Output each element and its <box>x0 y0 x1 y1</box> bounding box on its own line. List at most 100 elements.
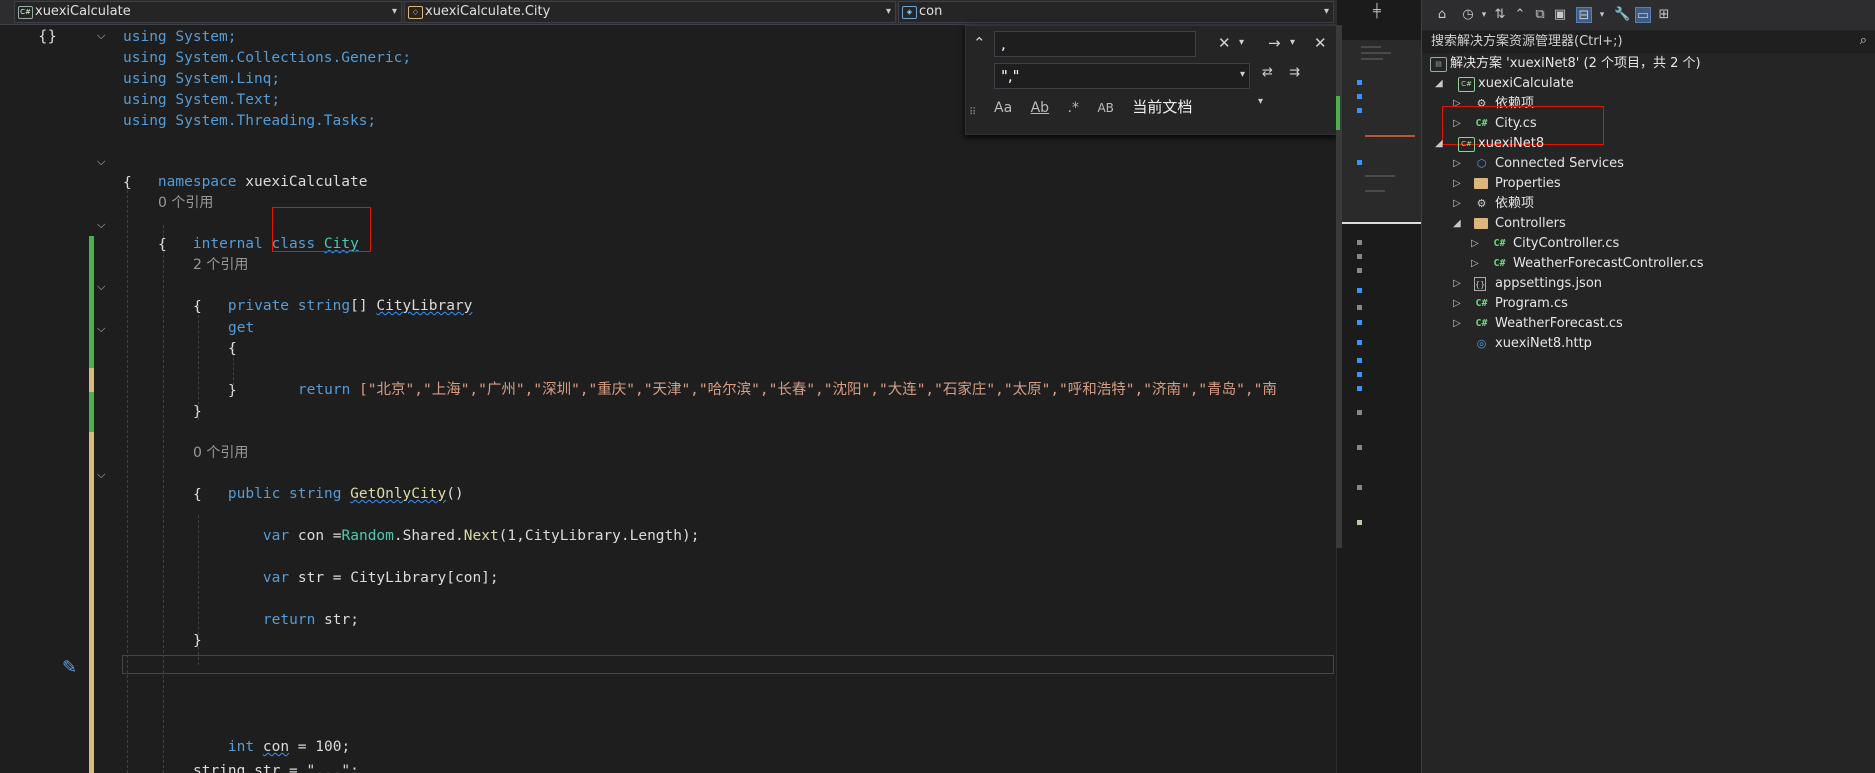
type-dropdown[interactable]: ◇ xuexiCalculate.City ▾ <box>404 1 896 23</box>
home-icon[interactable]: ⌂ <box>1434 7 1450 23</box>
refresh-icon[interactable]: ▣ <box>1552 7 1568 23</box>
collapsed-chevron-icon[interactable]: ▷ <box>1453 314 1461 334</box>
code-line: public string GetOnlyCity() <box>193 464 464 502</box>
type-dropdown-label: xuexiCalculate.City <box>425 4 551 19</box>
collapsed-chevron-icon[interactable]: ▷ <box>1471 254 1479 274</box>
chevron-down-icon[interactable]: ▾ <box>1290 34 1295 52</box>
sync-icon[interactable]: ⇅ <box>1492 7 1508 23</box>
code-line: using System.Text; <box>123 92 281 108</box>
minimap-marker <box>1357 358 1362 363</box>
collapse-chevron-icon[interactable]: ⌵ <box>97 468 105 482</box>
solution-search-input[interactable]: 搜索解决方案资源管理器(Ctrl+;) <box>1422 31 1875 53</box>
tree-item-label: WeatherForecast.cs <box>1495 316 1623 331</box>
code-line: int con = 100; <box>193 717 350 755</box>
codelens-references[interactable]: 0 个引用 <box>193 443 248 463</box>
chevron-down-icon[interactable]: ▾ <box>1240 66 1245 84</box>
chevron-down-icon[interactable]: ▾ <box>1476 7 1492 23</box>
replace-input[interactable]: "," <box>994 63 1250 89</box>
find-options: Aa Ab .* AB 当前文档 ▾ <box>994 96 1263 117</box>
solution-node[interactable]: ▤ 解决方案 'xuexiNet8' (2 个项目，共 2 个) <box>1430 54 1701 74</box>
indent-guide <box>127 185 128 773</box>
collapse-all-icon[interactable]: ⌃ <box>1512 7 1528 23</box>
minimap-marker <box>1357 80 1362 85</box>
find-next-icon[interactable]: → <box>1268 34 1281 52</box>
drag-handle-icon[interactable]: ⠿ <box>969 104 976 122</box>
solution-label: 解决方案 'xuexiNet8' (2 个项目，共 2 个) <box>1450 56 1701 71</box>
code-line: string str = "..."; <box>193 763 359 773</box>
keyword: return <box>297 382 351 398</box>
minimap-line <box>1365 190 1385 192</box>
expanded-chevron-icon[interactable]: ◢ <box>1435 134 1443 154</box>
match-case-toggle[interactable]: Aa <box>994 100 1012 116</box>
copy-icon[interactable]: ⧉ <box>1532 7 1548 23</box>
scope-dropdown[interactable]: 当前文档 <box>1132 98 1192 116</box>
chevron-down-icon[interactable]: ▾ <box>1594 7 1610 23</box>
minimap-line <box>1361 58 1383 60</box>
codelens-references[interactable]: 2 个引用 <box>193 255 248 275</box>
regex-toggle[interactable]: .* <box>1068 100 1079 116</box>
code-line: return ["北京","上海","广州","深圳","重庆","天津","哈… <box>263 360 1277 398</box>
code-line: { <box>193 487 202 503</box>
minimap-line <box>1361 46 1381 48</box>
folder-icon <box>1474 218 1488 229</box>
minimap-marker <box>1357 160 1362 165</box>
codelens-references[interactable]: 0 个引用 <box>158 193 213 213</box>
chevron-down-icon[interactable]: ▾ <box>1258 96 1263 107</box>
punctuation: [] <box>350 298 368 314</box>
code-line: get <box>228 320 255 336</box>
collapsed-chevron-icon[interactable]: ▷ <box>1453 194 1461 214</box>
filter-icon[interactable]: ⊟ <box>1576 7 1592 23</box>
preview-icon[interactable]: ▭ <box>1635 7 1651 23</box>
quick-actions-icon[interactable]: {} <box>38 27 57 45</box>
collapsed-chevron-icon[interactable]: ▷ <box>1453 154 1461 174</box>
collapsed-chevron-icon[interactable]: ▷ <box>1471 234 1479 254</box>
project-dropdown[interactable]: C# xuexiCalculate ▾ <box>14 1 402 23</box>
expanded-chevron-icon[interactable]: ◢ <box>1453 214 1461 234</box>
preserve-case-toggle[interactable]: AB <box>1097 101 1113 115</box>
minimap-marker <box>1357 108 1362 113</box>
history-icon[interactable]: ◷ <box>1460 7 1476 23</box>
tree-item-label: WeatherForecastController.cs <box>1513 256 1704 271</box>
replace-all-icon[interactable]: ⇉ <box>1289 64 1300 82</box>
csharp-project-icon: C# <box>1458 77 1475 92</box>
member-dropdown[interactable]: ◈ con ▾ <box>898 1 1334 23</box>
tree-item-label: xuexiNet8 <box>1478 136 1545 151</box>
minimap-marker <box>1357 520 1362 525</box>
minimap-marker <box>1357 386 1362 391</box>
collapsed-chevron-icon[interactable]: ▷ <box>1453 294 1461 314</box>
code-text: str; <box>324 612 359 628</box>
connected-services-icon: ⬡ <box>1476 157 1487 170</box>
minimap-marker <box>1357 320 1362 325</box>
view-icon[interactable]: ⊞ <box>1656 7 1672 23</box>
clear-icon[interactable]: ✕ <box>1218 34 1231 52</box>
minimap[interactable]: ╪ <box>1336 0 1422 773</box>
csharp-project-icon: C# <box>18 6 33 19</box>
json-file-icon: {} <box>1474 277 1486 291</box>
toggle-replace-icon[interactable]: ⌃ <box>973 34 986 52</box>
collapse-chevron-icon[interactable]: ⌵ <box>97 29 105 43</box>
collapsed-chevron-icon[interactable]: ▷ <box>1453 274 1461 294</box>
collapse-chevron-icon[interactable]: ⌵ <box>97 218 105 232</box>
properties-wrench-icon[interactable]: 🔧 <box>1614 7 1630 23</box>
close-icon[interactable]: ✕ <box>1314 34 1327 52</box>
chevron-down-icon[interactable]: ▾ <box>1239 34 1244 52</box>
minimap-viewport[interactable] <box>1338 40 1421 224</box>
collapsed-chevron-icon[interactable]: ▷ <box>1453 174 1461 194</box>
search-icon[interactable]: ⌕ <box>1860 33 1867 48</box>
minimap-marker <box>1357 94 1362 99</box>
code-line: using System.Linq; <box>123 71 281 87</box>
collapse-chevron-icon[interactable]: ⌵ <box>97 280 105 294</box>
code-editor[interactable]: using System; using System.Collections.G… <box>115 25 1335 773</box>
collapse-chevron-icon[interactable]: ⌵ <box>97 155 105 169</box>
replace-next-icon[interactable]: ⇄ <box>1262 64 1273 82</box>
expanded-chevron-icon[interactable]: ◢ <box>1435 74 1443 94</box>
keyword: return <box>262 612 316 628</box>
code-line: { <box>193 299 202 315</box>
split-editor-icon[interactable]: ╪ <box>1373 4 1381 19</box>
edit-brush-icon[interactable]: ✎ <box>62 657 77 678</box>
find-input[interactable]: , <box>994 31 1196 57</box>
code-line: { <box>228 341 237 357</box>
collapse-chevron-icon[interactable]: ⌵ <box>97 322 105 336</box>
whole-word-toggle[interactable]: Ab <box>1031 100 1049 116</box>
code-line: } <box>193 633 202 649</box>
